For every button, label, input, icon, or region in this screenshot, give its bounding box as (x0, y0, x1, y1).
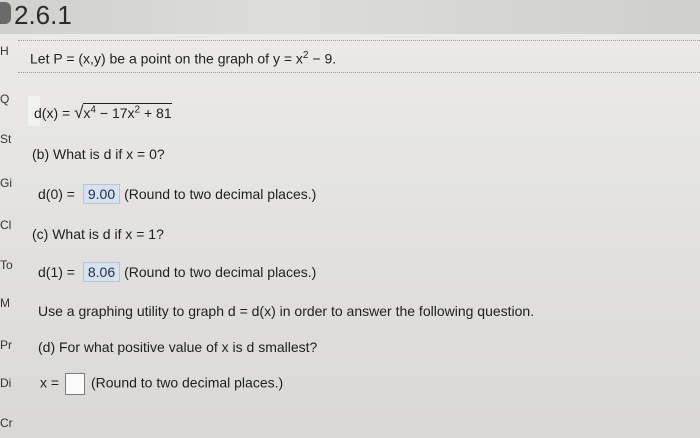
part-b-note: (Round to two decimal places.) (124, 186, 317, 202)
sidebar: H Q St Gi Cl To M Pr Di Cr (0, 40, 18, 438)
part-c-answer-value: 8.06 (82, 262, 121, 282)
radicand: x4 − 17x2 + 81 (83, 103, 172, 121)
graph-instruction: Use a graphing utility to graph d = d(x)… (38, 303, 535, 319)
distance-formula: d(x) = √x4 − 17x2 + 81 (28, 96, 172, 126)
part-b-question: (b) What is d if x = 0? (32, 146, 165, 162)
part-d-answer-row: x = (Round to two decimal places.) (40, 373, 283, 395)
page-title: 2.6.1 (14, 0, 72, 30)
radicand-term-b: − 17x (95, 105, 135, 121)
statement-prefix: Let P = (x,y) be a point on the graph of… (30, 50, 303, 67)
part-d-question: (d) For what positive value of x is d sm… (38, 339, 318, 355)
sidebar-item-2[interactable]: St (0, 132, 18, 146)
part-c-answer-label: d(1) = (38, 264, 79, 280)
part-d-answer-input[interactable] (64, 373, 85, 395)
sidebar-item-9[interactable]: Cr (0, 416, 18, 430)
part-b-answer-label: d(0) = (38, 186, 79, 202)
part-d-input-label: x = (40, 374, 63, 391)
divider-statement (18, 72, 700, 73)
sidebar-item-6[interactable]: M (0, 296, 18, 310)
sidebar-item-8[interactable]: Di (0, 376, 18, 390)
statement-suffix: − 9. (308, 50, 337, 67)
header-bar: 2.6.1 (0, 0, 700, 34)
part-c-note: (Round to two decimal places.) (124, 264, 317, 280)
sidebar-item-0[interactable]: H (0, 44, 18, 58)
distance-label: d(x) = (34, 105, 75, 121)
problem-statement: Let P = (x,y) be a point on the graph of… (30, 50, 336, 67)
sidebar-item-7[interactable]: Pr (0, 338, 18, 352)
header-corner-tab (0, 2, 11, 24)
sidebar-item-4[interactable]: Cl (0, 218, 18, 232)
part-c-question: (c) What is d if x = 1? (32, 226, 164, 242)
sidebar-item-1[interactable]: Q (0, 92, 18, 106)
divider-top (18, 40, 700, 41)
distance-formula-line: d(x) = √x4 − 17x2 + 81 (34, 103, 172, 123)
part-d-note: (Round to two decimal places.) (90, 374, 284, 391)
part-b-answer-value: 9.00 (82, 184, 121, 204)
sidebar-item-3[interactable]: Gi (0, 176, 18, 190)
part-c-answer-row: d(1) = 8.06 (Round to two decimal places.… (38, 262, 316, 282)
sidebar-item-5[interactable]: To (0, 258, 18, 272)
part-b-answer-row: d(0) = 9.00 (Round to two decimal places.… (38, 184, 316, 204)
radicand-term-c: + 81 (140, 105, 172, 121)
